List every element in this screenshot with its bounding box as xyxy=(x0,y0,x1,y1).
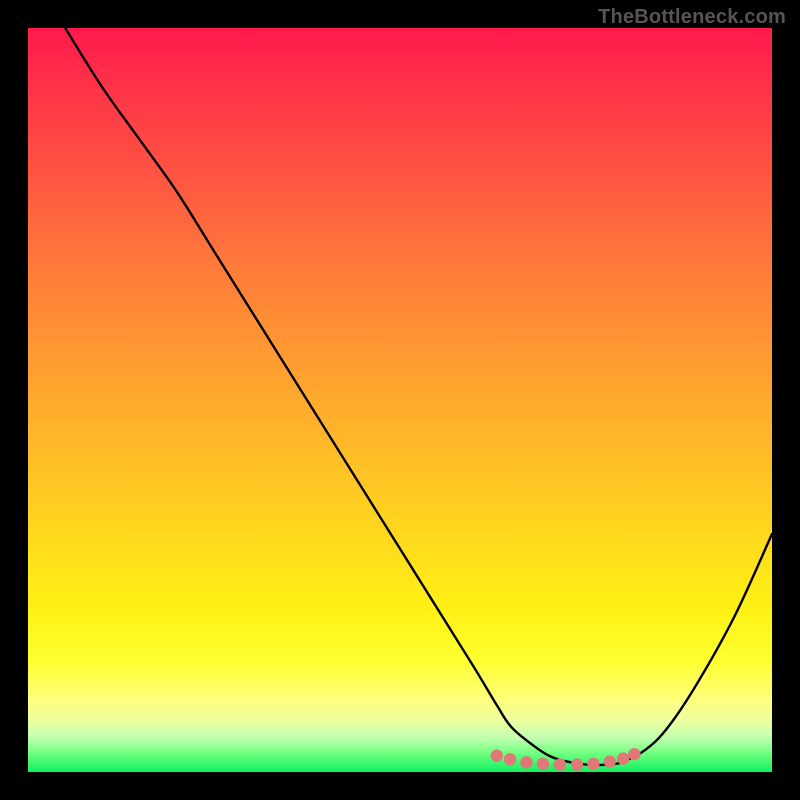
annotation-dot xyxy=(554,758,566,770)
annotation-dot xyxy=(504,753,516,765)
figure-root: TheBottleneck.com xyxy=(0,0,800,800)
annotation-dot xyxy=(571,758,583,770)
bottleneck-curve xyxy=(65,28,772,765)
annotation-dot xyxy=(604,755,616,767)
annotation-dot xyxy=(628,748,640,760)
annotation-dot xyxy=(491,749,503,761)
annotation-dot xyxy=(537,758,549,770)
annotation-dot xyxy=(587,758,599,770)
watermark-text: TheBottleneck.com xyxy=(598,6,786,29)
plot-area xyxy=(28,28,772,772)
curve-overlay-svg xyxy=(28,28,772,772)
annotation-dot xyxy=(617,752,629,764)
annotation-dots-group xyxy=(491,748,641,771)
annotation-dot xyxy=(520,756,532,768)
